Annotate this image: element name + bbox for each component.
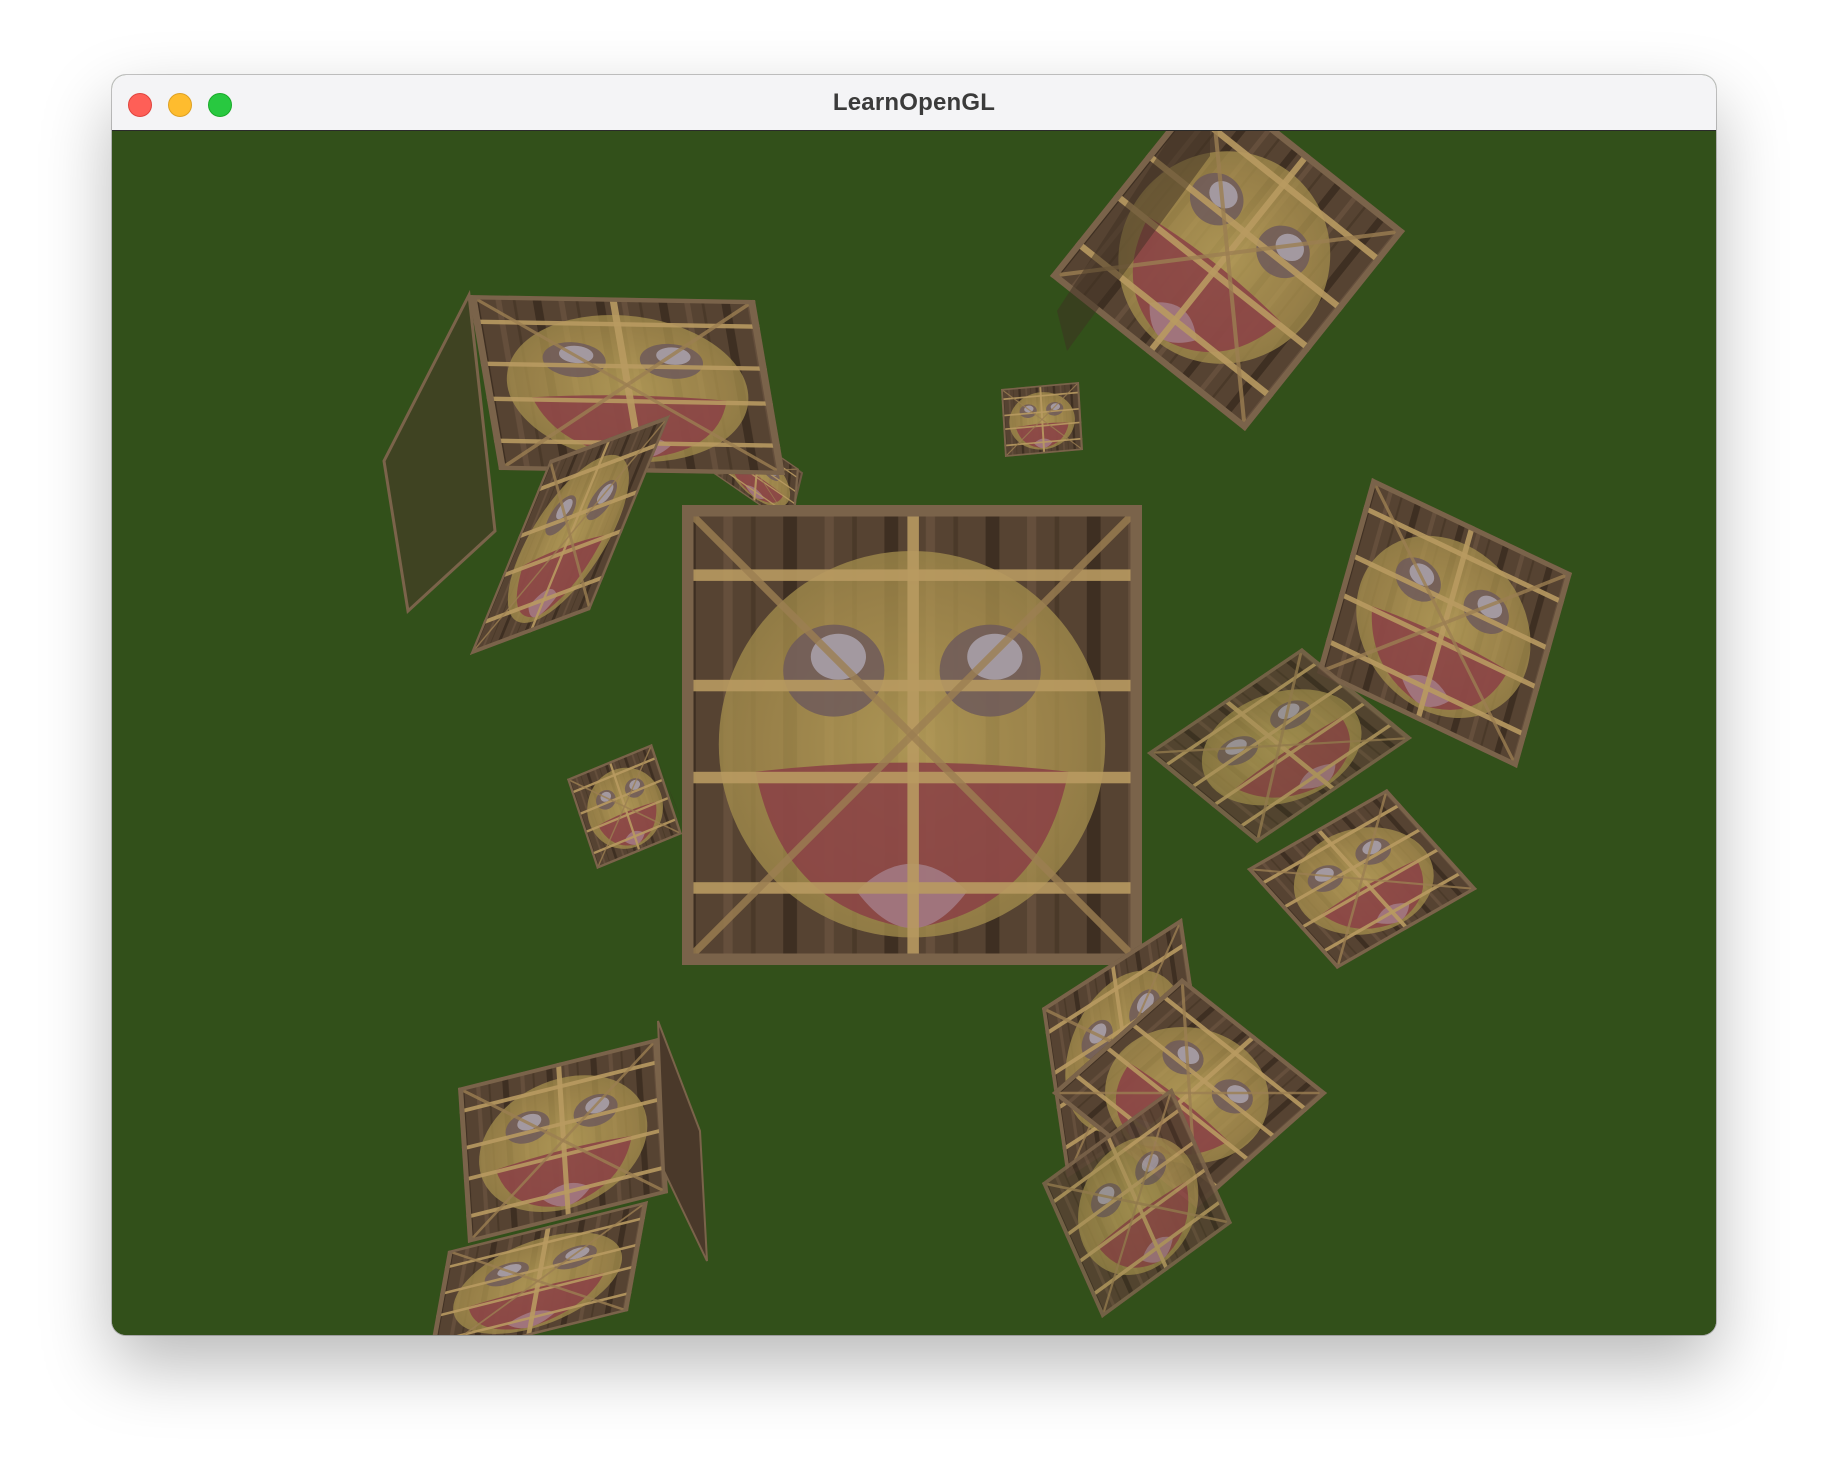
title-bar[interactable]: LearnOpenGL — [112, 75, 1716, 131]
crate-center — [682, 505, 1142, 965]
app-window: LearnOpenGL — [112, 75, 1716, 1335]
window-title: LearnOpenGL — [832, 89, 996, 116]
scene-render — [112, 131, 1716, 1335]
opengl-viewport[interactable] — [112, 131, 1716, 1335]
